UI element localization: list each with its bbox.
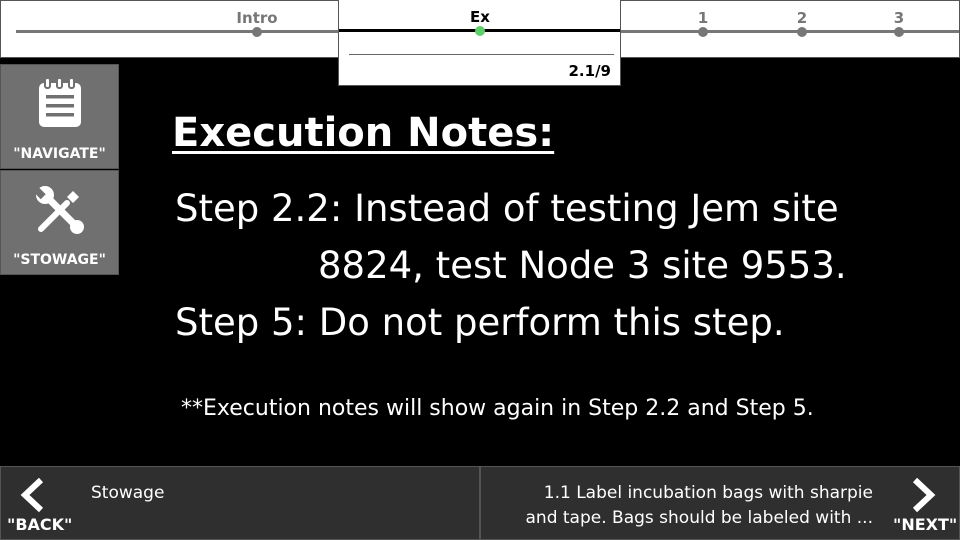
execution-note-2: Step 5: Do not perform this step.: [175, 301, 785, 344]
active-stage-panel[interactable]: Ex 2.1/9: [338, 0, 621, 86]
stage-1-label[interactable]: 1: [698, 9, 708, 27]
stage-2-label[interactable]: 2: [797, 9, 807, 27]
substep-counter: 2.1/9: [568, 62, 612, 80]
stage-intro-label[interactable]: Intro: [236, 9, 277, 27]
next-button[interactable]: 1.1 Label incubation bags with sharpie a…: [480, 466, 960, 540]
back-label: "BACK": [7, 515, 73, 534]
chevron-left-icon: [17, 477, 47, 517]
stage-2-dot[interactable]: [797, 27, 807, 37]
next-label: "NEXT": [893, 515, 958, 534]
chevron-right-icon: [909, 477, 939, 517]
execution-notes-footnote: **Execution notes will show again in Ste…: [181, 396, 814, 421]
stage-ex-label: Ex: [470, 8, 490, 26]
stage-1-dot[interactable]: [698, 27, 708, 37]
tools-icon: [33, 183, 87, 241]
next-step-preview-line-1: 1.1 Label incubation bags with sharpie: [543, 483, 873, 503]
page-title: Execution Notes:: [172, 110, 555, 156]
navigate-label: "NAVIGATE": [13, 146, 106, 162]
execution-note-1-line-1: Step 2.2: Instead of testing Jem site: [175, 187, 839, 230]
execution-note-1-line-2: 8824, test Node 3 site 9553.: [318, 244, 847, 287]
back-step-preview: Stowage: [91, 483, 165, 503]
stage-ex-dot: [475, 26, 485, 36]
stage-3-dot[interactable]: [894, 27, 904, 37]
stowage-button[interactable]: "STOWAGE": [0, 170, 119, 275]
bottom-nav-bar: "BACK" Stowage 1.1 Label incubation bags…: [0, 466, 960, 540]
navigate-button[interactable]: "NAVIGATE": [0, 64, 119, 169]
clipboard-icon: [37, 77, 83, 133]
substep-divider: [349, 54, 614, 55]
procedure-viewer: Intro 1 2 3 Ex 2.1/9 "NAVIGATE" "STOWAGE…: [0, 0, 960, 540]
next-step-preview: 1.1 Label incubation bags with sharpie a…: [513, 481, 874, 531]
stage-intro-dot[interactable]: [252, 27, 262, 37]
stage-3-label[interactable]: 3: [894, 9, 904, 27]
back-button[interactable]: "BACK" Stowage: [0, 466, 480, 540]
stowage-label: "STOWAGE": [13, 252, 106, 268]
next-step-preview-line-2: and tape. Bags should be labeled with ..…: [525, 508, 874, 528]
